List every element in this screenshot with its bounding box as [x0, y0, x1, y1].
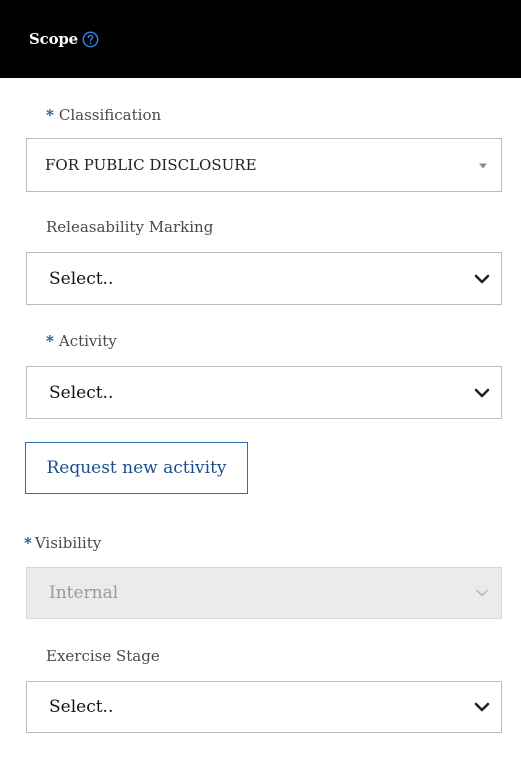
- exercise-stage-select[interactable]: Select..: [26, 681, 502, 733]
- classification-label: * Classification: [46, 106, 161, 124]
- chevron-down-icon: [474, 274, 490, 283]
- releasability-value: Select..: [49, 268, 114, 289]
- chevron-down-icon: [474, 702, 490, 712]
- classification-label-text: Classification: [58, 106, 162, 124]
- visibility-label: * Visibility: [24, 534, 101, 552]
- question-circle-icon[interactable]: [82, 31, 99, 48]
- activity-label: * Activity: [46, 332, 117, 350]
- chevron-down-icon: [476, 589, 488, 597]
- activity-value: Select..: [49, 382, 114, 403]
- classification-value: FOR PUBLIC DISCLOSURE: [45, 156, 257, 174]
- visibility-label-text: Visibility: [34, 534, 102, 552]
- panel-title: Scope: [29, 30, 79, 48]
- required-marker: *: [24, 534, 32, 552]
- exercise-stage-value: Select..: [49, 697, 114, 717]
- activity-select[interactable]: Select..: [26, 366, 502, 419]
- caret-down-icon: [479, 163, 487, 169]
- request-new-activity-button[interactable]: Request new activity: [25, 442, 248, 494]
- panel-header: Scope: [0, 0, 521, 78]
- releasability-label: Releasability Marking: [46, 218, 214, 236]
- visibility-select: Internal: [26, 567, 502, 619]
- exercise-stage-label: Exercise Stage: [46, 647, 160, 665]
- required-marker: *: [46, 106, 54, 124]
- visibility-value: Internal: [49, 583, 119, 603]
- activity-label-text: Activity: [58, 332, 117, 350]
- chevron-down-icon: [474, 388, 490, 397]
- classification-select[interactable]: FOR PUBLIC DISCLOSURE: [26, 138, 502, 192]
- required-marker: *: [46, 332, 54, 350]
- releasability-select[interactable]: Select..: [26, 252, 502, 305]
